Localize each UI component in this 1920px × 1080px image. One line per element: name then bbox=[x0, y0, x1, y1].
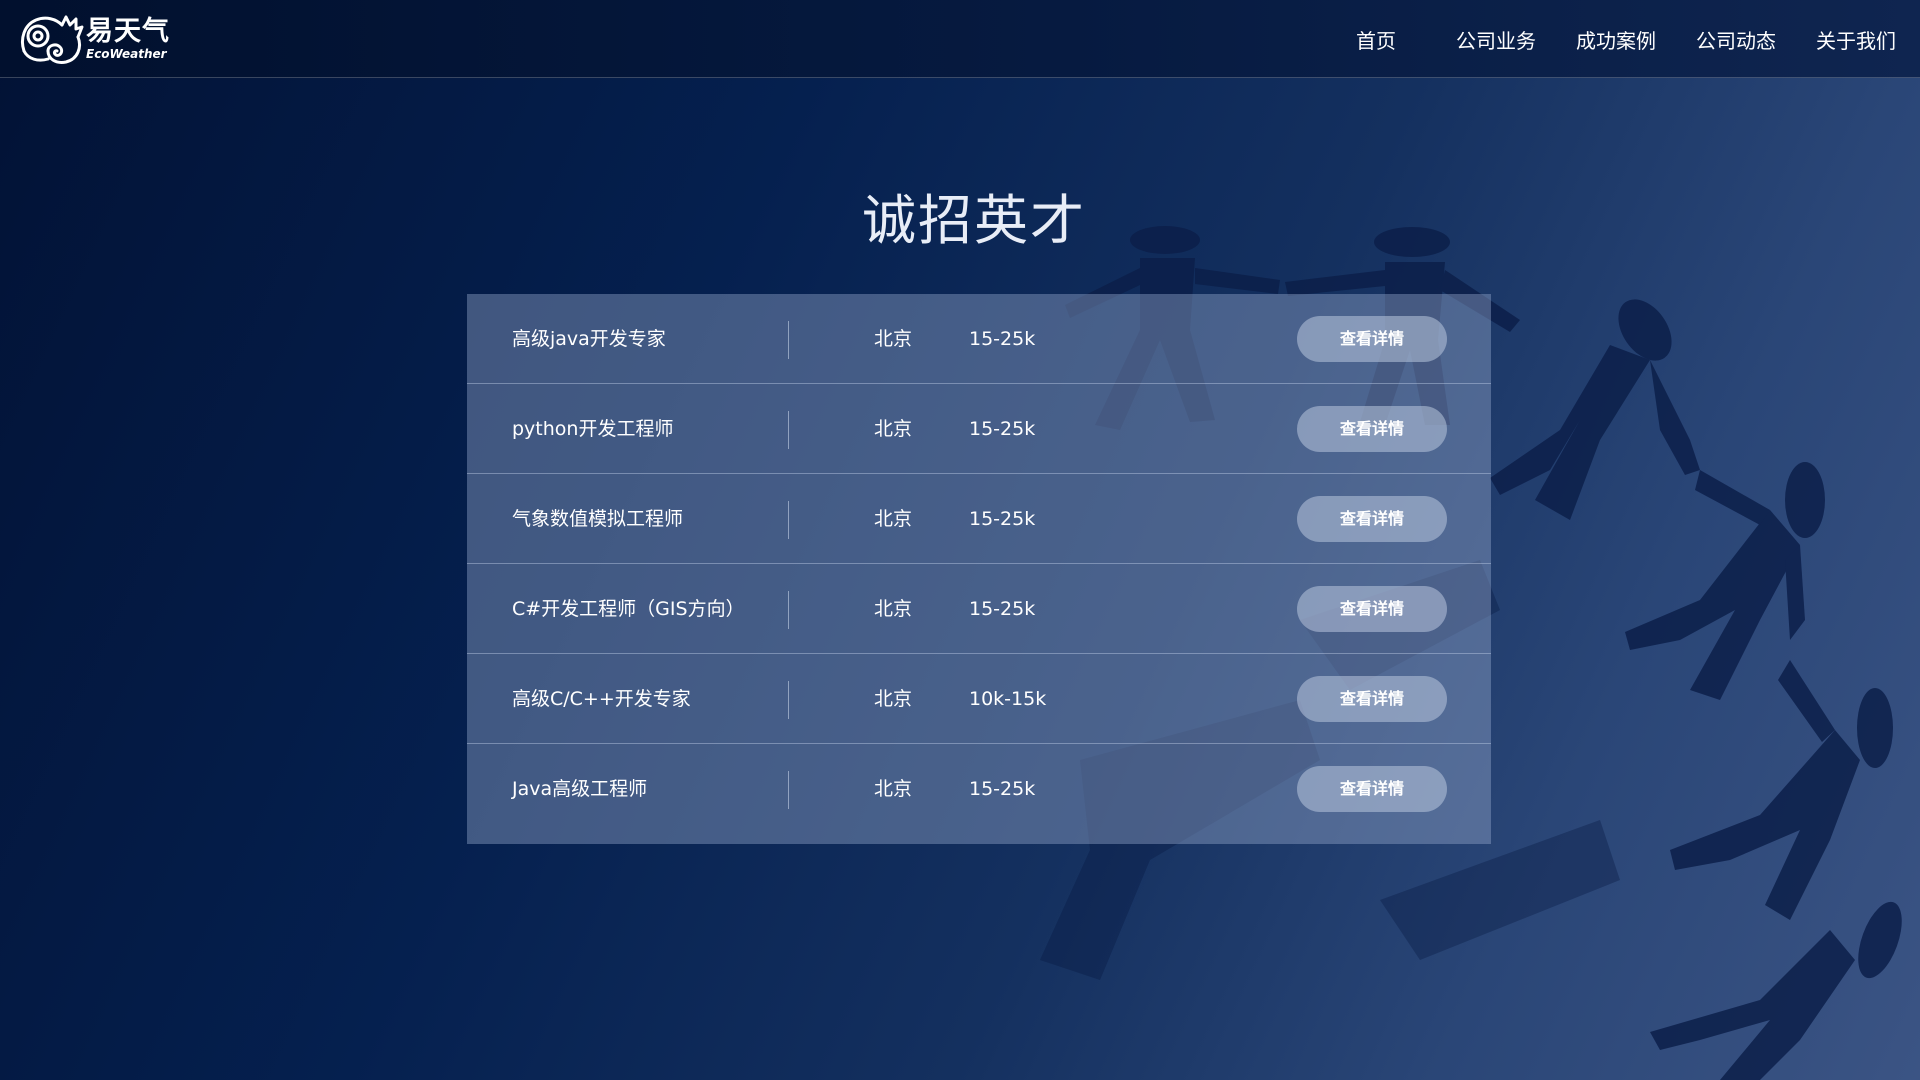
job-row: python开发工程师 北京 15-25k 查看详情 bbox=[467, 384, 1491, 474]
column-divider bbox=[788, 501, 789, 539]
job-salary: 15-25k bbox=[969, 778, 1036, 800]
view-details-button[interactable]: 查看详情 bbox=[1297, 496, 1447, 542]
view-details-button[interactable]: 查看详情 bbox=[1297, 676, 1447, 722]
main-nav: 首页 公司业务 成功案例 公司动态 关于我们 bbox=[1316, 0, 1896, 78]
chameleon-logo-icon bbox=[21, 15, 84, 64]
job-city: 北京 bbox=[874, 598, 913, 620]
nav-item-cases[interactable]: 成功案例 bbox=[1576, 25, 1656, 54]
top-header: 易天气 EcoWeather 首页 公司业务 成功案例 公司动态 关于我们 bbox=[0, 0, 1920, 78]
job-title: 高级C/C++开发专家 bbox=[512, 688, 691, 710]
view-details-button[interactable]: 查看详情 bbox=[1297, 586, 1447, 632]
job-city: 北京 bbox=[874, 328, 913, 350]
job-city: 北京 bbox=[874, 508, 913, 530]
job-salary: 10k-15k bbox=[969, 688, 1047, 710]
view-details-button[interactable]: 查看详情 bbox=[1297, 766, 1447, 812]
column-divider bbox=[788, 411, 789, 449]
job-row: 气象数值模拟工程师 北京 15-25k 查看详情 bbox=[467, 474, 1491, 564]
job-row: 高级C/C++开发专家 北京 10k-15k 查看详情 bbox=[467, 654, 1491, 744]
logo-name-en: EcoWeather bbox=[86, 47, 167, 61]
job-salary: 15-25k bbox=[969, 418, 1036, 440]
nav-item-about[interactable]: 关于我们 bbox=[1816, 25, 1896, 54]
job-city: 北京 bbox=[874, 418, 913, 440]
column-divider bbox=[788, 681, 789, 719]
view-details-button[interactable]: 查看详情 bbox=[1297, 316, 1447, 362]
logo-text: 易天气 EcoWeather bbox=[86, 18, 170, 60]
nav-item-business[interactable]: 公司业务 bbox=[1456, 25, 1536, 54]
job-title: C#开发工程师（GIS方向） bbox=[512, 598, 745, 620]
job-salary: 15-25k bbox=[969, 328, 1036, 350]
job-row: 高级java开发专家 北京 15-25k 查看详情 bbox=[467, 294, 1491, 384]
job-salary: 15-25k bbox=[969, 508, 1036, 530]
job-row: C#开发工程师（GIS方向） 北京 15-25k 查看详情 bbox=[467, 564, 1491, 654]
job-list: 高级java开发专家 北京 15-25k 查看详情 python开发工程师 北京… bbox=[467, 294, 1491, 844]
recruitment-page: 易天气 EcoWeather 首页 公司业务 成功案例 公司动态 关于我们 诚招… bbox=[0, 0, 1920, 1080]
job-title: Java高级工程师 bbox=[512, 778, 648, 800]
job-title: python开发工程师 bbox=[512, 418, 674, 440]
job-title: 高级java开发专家 bbox=[512, 328, 666, 350]
company-logo[interactable]: 易天气 EcoWeather bbox=[18, 10, 178, 68]
column-divider bbox=[788, 771, 789, 809]
column-divider bbox=[788, 321, 789, 359]
page-title: 诚招英才 bbox=[862, 189, 1086, 252]
logo-name-cn: 易天气 bbox=[86, 16, 170, 47]
column-divider bbox=[788, 591, 789, 629]
job-city: 北京 bbox=[874, 688, 913, 710]
job-row: Java高级工程师 北京 15-25k 查看详情 bbox=[467, 744, 1491, 834]
job-title: 气象数值模拟工程师 bbox=[512, 508, 684, 530]
view-details-button[interactable]: 查看详情 bbox=[1297, 406, 1447, 452]
job-city: 北京 bbox=[874, 778, 913, 800]
nav-item-news[interactable]: 公司动态 bbox=[1696, 25, 1776, 54]
job-salary: 15-25k bbox=[969, 598, 1036, 620]
nav-item-home[interactable]: 首页 bbox=[1356, 25, 1396, 54]
